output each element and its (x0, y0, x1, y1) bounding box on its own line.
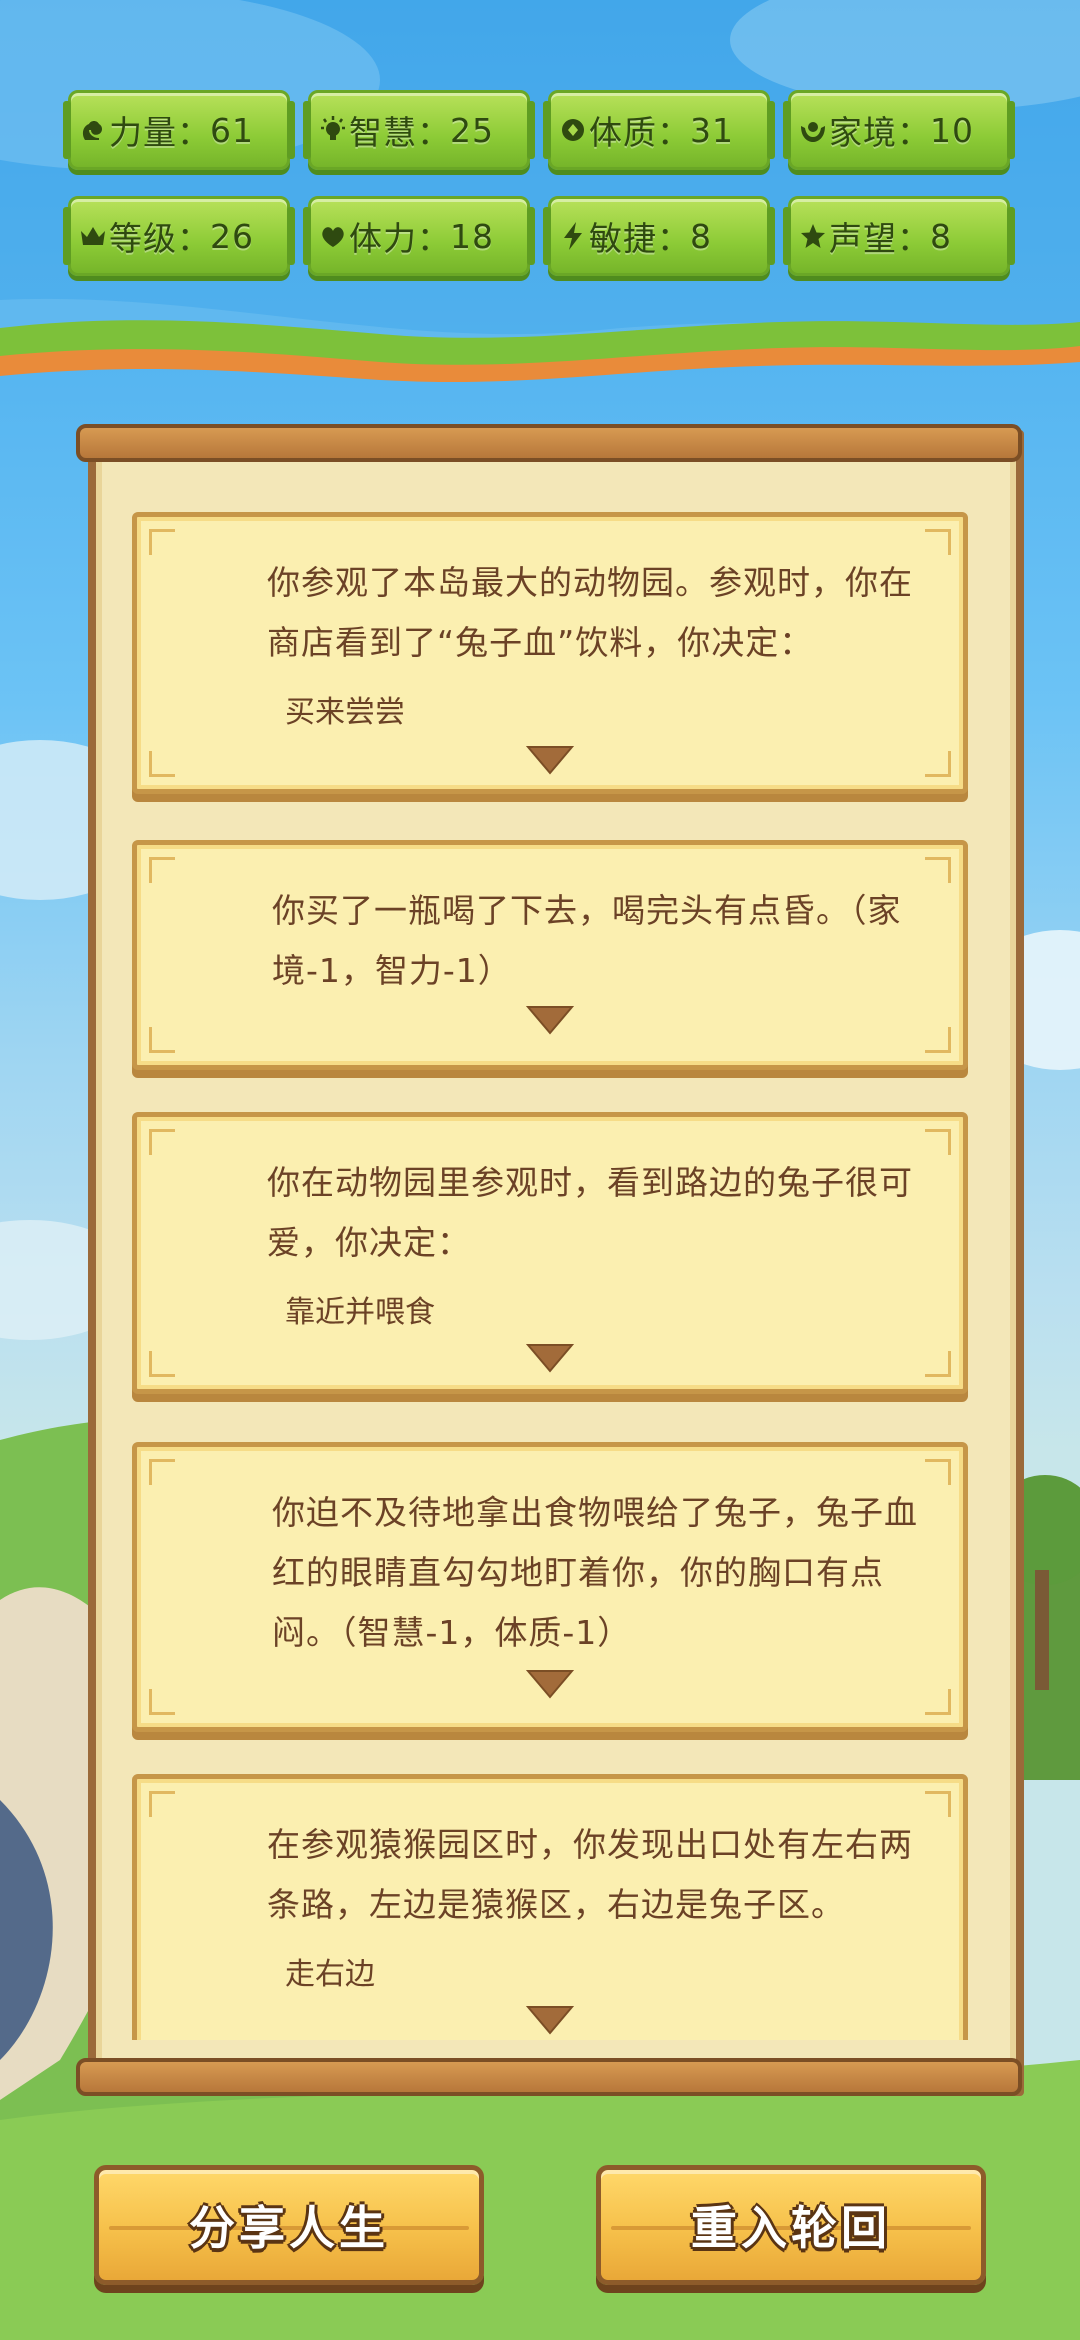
restart-label: 重入轮回 (691, 2201, 891, 2255)
event-list[interactable]: 你参观了本岛最大的动物园。参观时，你在商店看到了“兔子血”饮料，你决定： 买来尝… (120, 500, 980, 2040)
share-life-label: 分享人生 (189, 2201, 389, 2255)
crown-icon (77, 220, 109, 252)
stat-value: 8 (930, 216, 952, 256)
event-choice: 买来尝尝 (285, 695, 405, 730)
stat-agility: 敏捷： 8 (543, 196, 775, 276)
event-text: 你在动物园里参观时，看到路边的兔子很可爱，你决定： (267, 1163, 913, 1262)
stat-label: 家境 (829, 113, 897, 152)
stat-value: 31 (690, 110, 734, 150)
triangle-down-icon (526, 2006, 574, 2035)
stat-value: 25 (450, 110, 494, 150)
event-card: 在参观猿猴园区时，你发现出口处有左右两条路，左边是猿猴区，右边是兔子区。 走右边 (132, 1774, 968, 2040)
event-card: 你参观了本岛最大的动物园。参观时，你在商店看到了“兔子血”饮料，你决定： 买来尝… (132, 512, 968, 794)
stat-value: 18 (450, 216, 494, 256)
stat-label: 体力 (349, 219, 417, 258)
stat-level: 等级： 26 (63, 196, 295, 276)
event-card: 你在动物园里参观时，看到路边的兔子很可爱，你决定： 靠近并喂食 (132, 1112, 968, 1394)
stat-reputation: 声望： 8 (783, 196, 1015, 276)
strength-icon (77, 114, 109, 146)
star-icon (797, 220, 829, 252)
triangle-down-icon (526, 1344, 574, 1373)
stat-label: 敏捷 (589, 219, 657, 258)
event-choice: 走右边 (285, 1957, 375, 1992)
lightning-icon (557, 220, 589, 252)
triangle-down-icon (526, 746, 574, 775)
stat-label: 声望 (829, 219, 897, 258)
stat-value: 8 (690, 216, 712, 256)
triangle-down-icon (526, 1006, 574, 1035)
stat-constitution: 体质： 31 (543, 90, 775, 170)
stat-value: 61 (210, 110, 254, 150)
share-life-button[interactable]: 分享人生 (94, 2165, 484, 2285)
intelligence-icon (317, 114, 349, 146)
event-text: 你参观了本岛最大的动物园。参观时，你在商店看到了“兔子血”饮料，你决定： (267, 563, 913, 662)
stat-value: 26 (210, 216, 254, 256)
constitution-icon (557, 114, 589, 146)
family-icon (797, 114, 829, 146)
stat-intelligence: 智慧： 25 (303, 90, 535, 170)
event-text: 在参观猿猴园区时，你发现出口处有左右两条路，左边是猿猴区，右边是兔子区。 (267, 1825, 913, 1924)
event-text: 你迫不及待地拿出食物喂给了兔子，兔子血红的眼睛直勾勾地盯着你，你的胸口有点闷。（… (272, 1493, 918, 1652)
event-text: 你买了一瓶喝了下去，喝完头有点昏。（家境-1，智力-1） (272, 891, 902, 990)
stat-label: 力量 (109, 113, 177, 152)
stamina-icon (317, 220, 349, 252)
stat-value: 10 (930, 110, 974, 150)
stat-label: 体质 (589, 113, 657, 152)
stat-label: 等级 (109, 219, 177, 258)
event-card: 你迫不及待地拿出食物喂给了兔子，兔子血红的眼睛直勾勾地盯着你，你的胸口有点闷。（… (132, 1442, 968, 1732)
restart-button[interactable]: 重入轮回 (596, 2165, 986, 2285)
stat-label: 智慧 (349, 113, 417, 152)
triangle-down-icon (526, 1670, 574, 1699)
event-choice: 靠近并喂食 (285, 1295, 435, 1330)
stat-family: 家境： 10 (783, 90, 1015, 170)
stat-stamina: 体力： 18 (303, 196, 535, 276)
event-card: 你买了一瓶喝了下去，喝完头有点昏。（家境-1，智力-1） (132, 840, 968, 1070)
scroll-top-rod (76, 424, 1022, 462)
scroll-bottom-rod (76, 2058, 1022, 2096)
stat-strength: 力量： 61 (63, 90, 295, 170)
